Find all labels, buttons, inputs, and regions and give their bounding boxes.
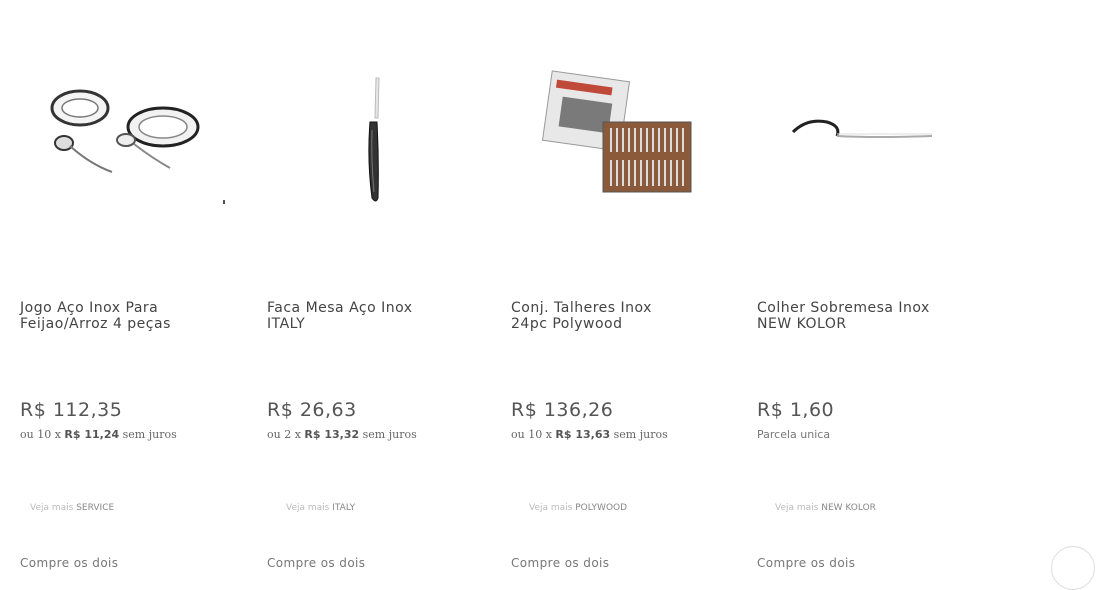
see-more-brand-link[interactable]: Veja mais POLYWOOD [529,503,627,513]
product-card[interactable]: Conj. Talheres Inox 24pc Polywood R$ 136… [511,0,741,576]
product-image[interactable] [20,60,250,220]
cutlery-set-box-icon [541,70,692,193]
product-image[interactable] [267,60,497,220]
product-card[interactable]: Jogo Aço Inox Para Feijao/Arroz 4 peças … [20,0,250,576]
product-title[interactable]: Conj. Talheres Inox 24pc Polywood [511,300,741,332]
title-line: 24pc Polywood [511,316,623,332]
buy-together-button[interactable]: Compre os dois [267,556,365,570]
title-line: Faca Mesa Aço Inox [267,300,413,316]
installment-info: ou 10 x R$ 13,63 sem juros [511,428,668,441]
table-knife-icon [368,77,380,202]
title-line: Colher Sobremesa Inox [757,300,930,316]
product-grid: Jogo Aço Inox Para Feijao/Arroz 4 peças … [0,0,1101,576]
product-price: R$ 1,60 [757,399,835,421]
installment-info: Parcela unica [757,428,831,441]
product-title[interactable]: Jogo Aço Inox Para Feijao/Arroz 4 peças [20,300,250,332]
product-image[interactable] [757,60,987,220]
product-card[interactable]: Colher Sobremesa Inox NEW KOLOR R$ 1,60 … [757,0,987,576]
dessert-spoon-icon [791,119,933,138]
see-more-brand-link[interactable]: Veja mais NEW KOLOR [775,503,876,513]
title-line: Conj. Talheres Inox [511,300,652,316]
buy-together-button[interactable]: Compre os dois [20,556,118,570]
see-more-brand-link[interactable]: Veja mais ITALY [286,503,355,513]
product-price: R$ 26,63 [267,399,357,421]
title-line: Jogo Aço Inox Para [20,300,159,316]
title-line: Feijao/Arroz 4 peças [20,316,171,332]
installment-info: ou 2 x R$ 13,32 sem juros [267,428,417,441]
product-price: R$ 112,35 [20,399,123,421]
product-title[interactable]: Colher Sobremesa Inox NEW KOLOR [757,300,987,332]
title-line: NEW KOLOR [757,316,847,332]
cookware-set-icon [50,89,225,204]
brand-name: ITALY [332,503,356,513]
brand-name: NEW KOLOR [821,503,876,513]
product-title[interactable]: Faca Mesa Aço Inox ITALY [267,300,497,332]
brand-name: POLYWOOD [575,503,628,513]
product-price: R$ 136,26 [511,399,614,421]
product-image[interactable] [511,60,741,220]
product-card[interactable]: Faca Mesa Aço Inox ITALY R$ 26,63 ou 2 x… [267,0,497,576]
see-more-brand-link[interactable]: Veja mais SERVICE [30,503,114,513]
floating-action-button[interactable] [1051,546,1095,590]
brand-name: SERVICE [76,503,115,513]
buy-together-button[interactable]: Compre os dois [757,556,855,570]
buy-together-button[interactable]: Compre os dois [511,556,609,570]
title-line: ITALY [267,316,306,332]
installment-info: ou 10 x R$ 11,24 sem juros [20,428,177,441]
